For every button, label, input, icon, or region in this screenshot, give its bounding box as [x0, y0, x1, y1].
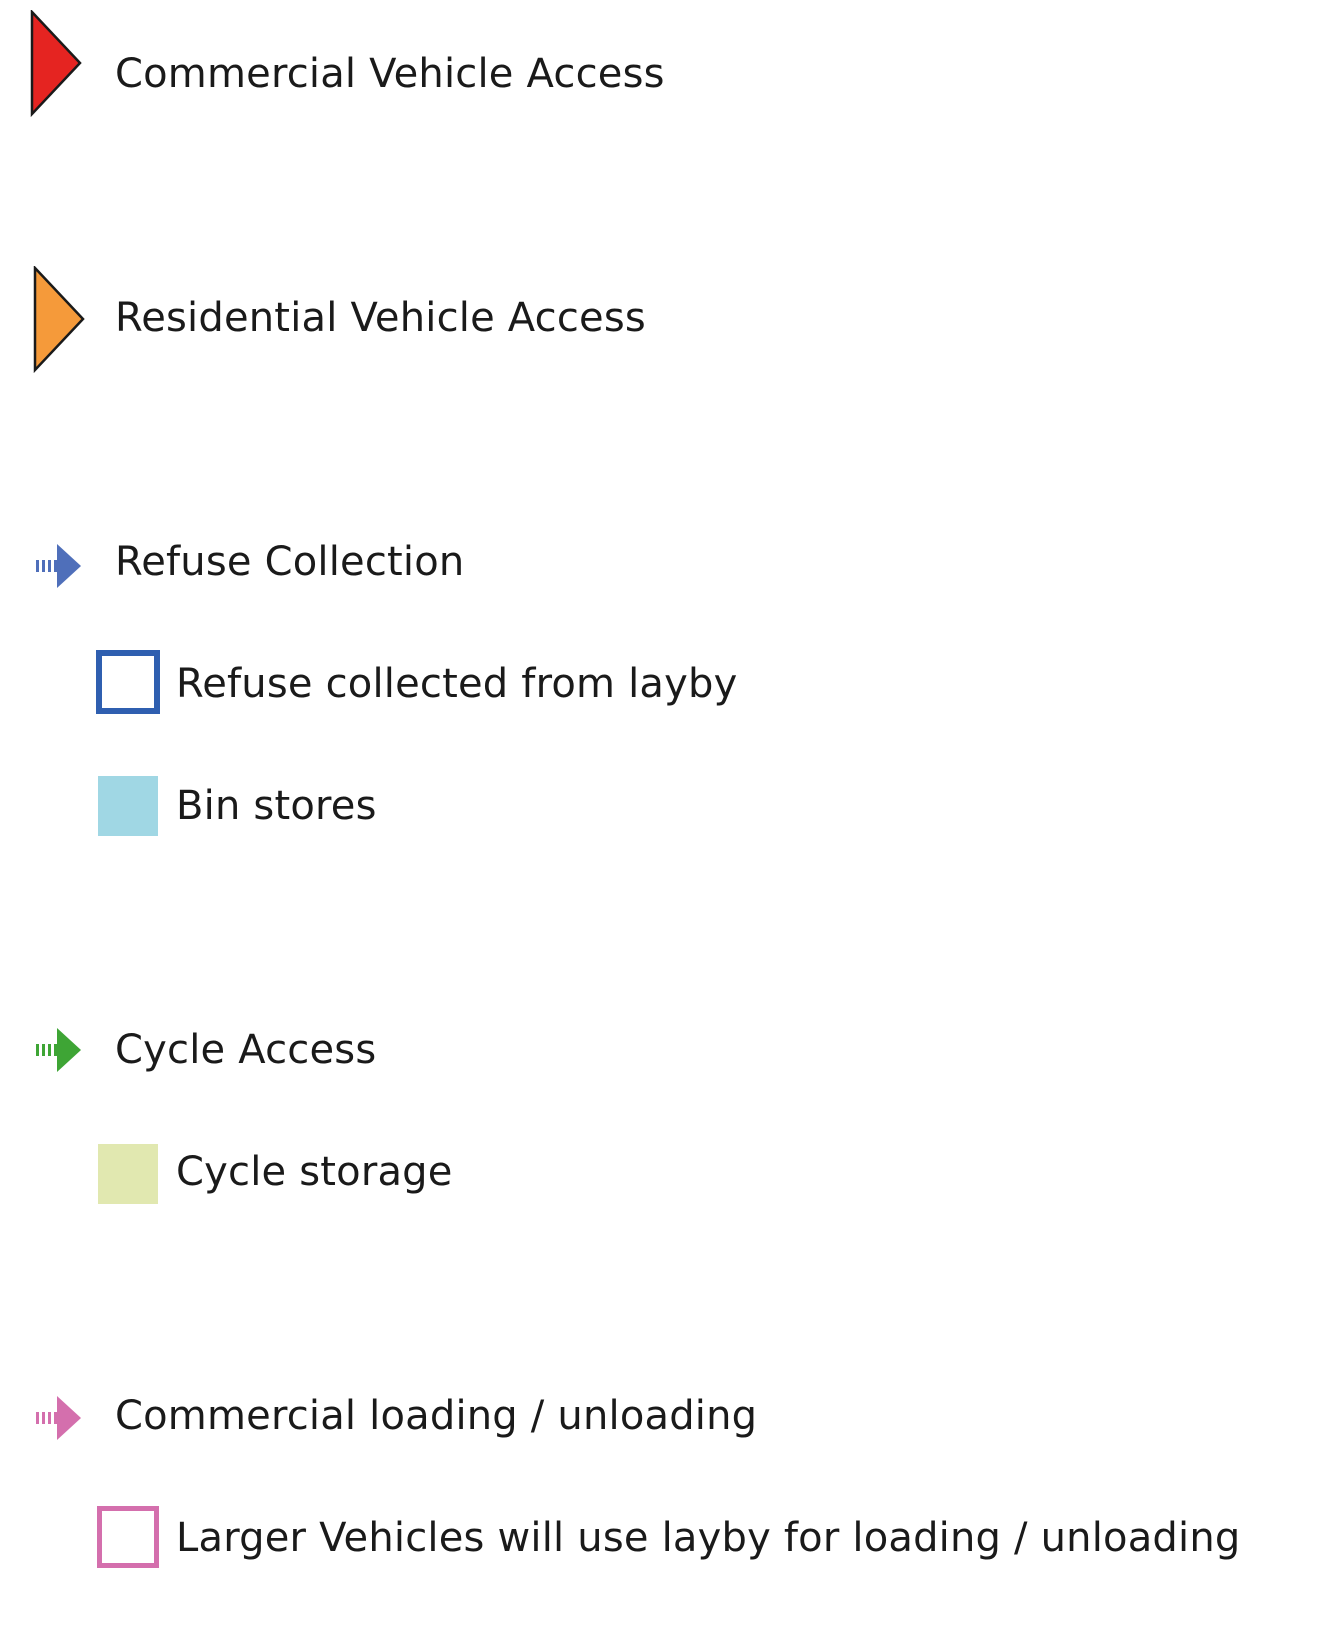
cycle-storage-label: Cycle storage — [176, 1149, 453, 1195]
residential-vehicle-label: Residential Vehicle Access — [115, 295, 646, 341]
larger-vehicles-outline-square-icon — [97, 1506, 159, 1568]
commercial-loading-arrow-icon — [36, 1396, 81, 1440]
residential-vehicle-arrow-icon — [33, 266, 85, 374]
commercial-vehicle-arrow-shape — [30, 10, 82, 118]
refuse-collection-arrow-icon — [36, 544, 81, 588]
larger-vehicles-label: Larger Vehicles will use layby for loadi… — [176, 1515, 1241, 1561]
commercial-vehicle-arrow-icon — [30, 10, 82, 118]
refuse-collection-label: Refuse Collection — [115, 539, 465, 585]
refuse-layby-outline-square-icon — [96, 650, 160, 714]
cycle-access-label: Cycle Access — [115, 1027, 377, 1073]
legend: { "legend": { "commercial_vehicle": { "l… — [0, 0, 1329, 1646]
refuse-layby-label: Refuse collected from layby — [176, 661, 738, 707]
bin-stores-filled-square-icon — [98, 776, 158, 836]
cycle-access-arrow-icon — [36, 1028, 81, 1072]
residential-vehicle-arrow-shape — [33, 266, 85, 374]
bin-stores-label: Bin stores — [176, 783, 377, 829]
commercial-vehicle-label: Commercial Vehicle Access — [115, 51, 665, 97]
cycle-storage-filled-square-icon — [98, 1144, 158, 1204]
commercial-loading-label: Commercial loading / unloading — [115, 1393, 758, 1439]
